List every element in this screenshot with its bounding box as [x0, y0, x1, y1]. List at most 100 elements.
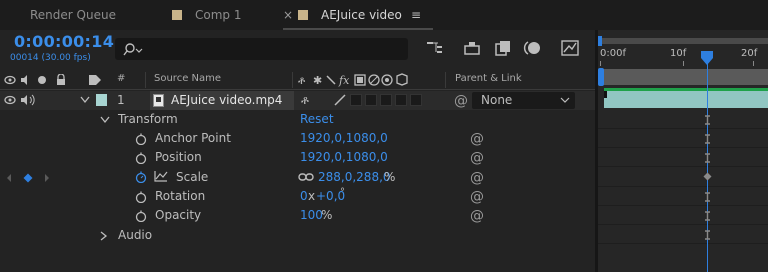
close-tab-icon[interactable]: ×: [283, 0, 293, 30]
ruler-tick: [683, 61, 684, 66]
timeline-row-divider: [598, 186, 768, 187]
source-name-header[interactable]: Source Name: [154, 73, 221, 84]
graph-editor-icon[interactable]: [560, 38, 580, 58]
timeline-row-divider: [598, 128, 768, 129]
shy-switch-icon[interactable]: ቶ: [301, 93, 309, 108]
property-pickwhip-icon[interactable]: @: [470, 132, 484, 146]
twirl-closed-icon[interactable]: [100, 231, 108, 241]
layer-name[interactable]: AEJuice video.mp4: [171, 93, 282, 107]
panel-tab-bar: Render Queue Comp 1 × AEJuice video ≡: [0, 0, 768, 30]
switch-boxes[interactable]: [350, 94, 440, 106]
rotation-separator: x: [308, 189, 316, 203]
comp-flowchart-icon[interactable]: [425, 38, 445, 58]
tab-render-queue[interactable]: Render Queue: [30, 0, 116, 30]
time-navigator-start[interactable]: [598, 36, 602, 46]
footage-icon: [153, 94, 164, 107]
stopwatch-icon[interactable]: [135, 133, 147, 145]
svg-text:✱: ✱: [313, 74, 322, 87]
anchor-point-label: Anchor Point: [155, 131, 231, 145]
parent-dropdown[interactable]: None: [472, 92, 575, 109]
layer-column-header: # Source Name ቶ ✱ fx Parent & Link: [0, 70, 598, 90]
keyframe-icon: [705, 134, 710, 144]
active-tab-indicator: [283, 28, 433, 30]
rotation-turns-value[interactable]: 0: [300, 189, 308, 203]
ruler-tick: [753, 61, 754, 66]
panel-divider[interactable]: [595, 30, 598, 272]
layer-duration-bar[interactable]: [604, 88, 768, 108]
twirl-open-icon[interactable]: [100, 116, 110, 124]
audio-group-label[interactable]: Audio: [118, 228, 152, 242]
constrain-proportions-icon[interactable]: [298, 172, 314, 182]
ruler-tick-label: 10f: [670, 48, 687, 59]
keyframe-icon: [705, 192, 710, 202]
property-pickwhip-icon[interactable]: @: [470, 190, 484, 204]
timeline-row-divider: [598, 224, 768, 225]
position-label: Position: [155, 150, 202, 164]
timeline-row-divider: [598, 243, 768, 244]
label-icon: [89, 75, 101, 85]
scale-keyframe-icon[interactable]: [703, 172, 712, 181]
stopwatch-icon[interactable]: [135, 191, 147, 203]
layer-label-color[interactable]: [96, 94, 107, 106]
rotation-degree-unit: °: [340, 187, 345, 198]
property-pickwhip-icon[interactable]: @: [470, 209, 484, 223]
composition-icon: [298, 10, 308, 20]
draft-3d-icon[interactable]: [462, 38, 482, 58]
parent-value: None: [481, 93, 513, 107]
panel-menu-icon[interactable]: ≡: [411, 0, 421, 30]
transform-group-label[interactable]: Transform: [118, 112, 178, 126]
position-value[interactable]: 1920,0,1080,0: [300, 150, 388, 164]
layer-in-point[interactable]: [604, 91, 607, 98]
av-features-icons: [4, 74, 65, 85]
ruler-tick: [600, 61, 601, 66]
layer-number-header: #: [117, 73, 126, 84]
parent-link-header[interactable]: Parent & Link: [455, 73, 522, 84]
time-navigator[interactable]: [600, 38, 768, 44]
composition-icon: [172, 10, 182, 20]
work-area-bar[interactable]: [600, 69, 768, 85]
work-area-start-handle[interactable]: [598, 68, 604, 86]
layer-av-switches[interactable]: [4, 94, 38, 106]
scale-value[interactable]: 288,0,288,0: [318, 170, 391, 184]
keyframe-navigator[interactable]: [6, 173, 50, 183]
opacity-value[interactable]: 100: [300, 208, 323, 222]
frame-blending-icon[interactable]: [493, 38, 513, 58]
search-input[interactable]: [115, 38, 408, 60]
tab-comp-1[interactable]: Comp 1: [195, 0, 241, 30]
column-divider: [145, 72, 146, 88]
anchor-point-value[interactable]: 1920,0,1080,0: [300, 131, 388, 145]
opacity-unit: %: [321, 208, 333, 222]
scale-label: Scale: [176, 170, 209, 184]
keyframe-icon: [705, 230, 710, 240]
timeline-row-divider: [598, 166, 768, 167]
parent-pickwhip-icon[interactable]: @: [454, 94, 468, 108]
transform-reset-link[interactable]: Reset: [300, 112, 334, 126]
column-divider: [445, 72, 446, 88]
keyframe-icon: [705, 153, 710, 163]
scale-unit: %: [384, 170, 396, 184]
property-pickwhip-icon[interactable]: @: [470, 151, 484, 165]
stopwatch-icon[interactable]: [135, 152, 147, 164]
timeline-row-divider: [598, 147, 768, 148]
motion-blur-icon[interactable]: [522, 38, 542, 58]
stopwatch-icon[interactable]: [135, 210, 147, 222]
keyframe-icon: [705, 211, 710, 221]
quality-switch-icon[interactable]: [333, 94, 347, 106]
tab-aejuice-video[interactable]: AEJuice video: [321, 0, 402, 30]
switches-icons: ቶ ✱ fx: [298, 73, 408, 87]
timeline-row-divider: [598, 205, 768, 206]
column-divider: [292, 72, 293, 88]
svg-text:fx: fx: [338, 74, 350, 87]
stopwatch-active-icon[interactable]: [135, 171, 147, 183]
timeline-panel[interactable]: [598, 30, 768, 272]
keyframe-icon: [705, 115, 710, 125]
frame-rate-display: 00014 (30.00 fps): [10, 53, 91, 63]
current-time-indicator-head[interactable]: [700, 50, 714, 66]
current-time-display[interactable]: 0:00:00:14: [14, 32, 114, 51]
graph-icon[interactable]: [154, 170, 168, 182]
search-icon: [123, 43, 143, 56]
chevron-down-icon: [560, 97, 570, 103]
twirl-open-icon[interactable]: [80, 96, 90, 104]
layer-number: 1: [117, 93, 125, 107]
property-pickwhip-icon[interactable]: @: [470, 171, 484, 185]
